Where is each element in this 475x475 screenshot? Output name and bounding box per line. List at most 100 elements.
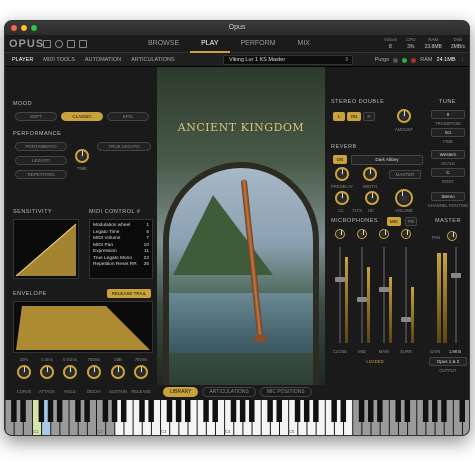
- black-key[interactable]: [340, 400, 347, 422]
- purge-label[interactable]: Purge: [375, 53, 390, 67]
- main-pan-knob[interactable]: [379, 229, 389, 239]
- main-fader[interactable]: [379, 247, 389, 343]
- black-key[interactable]: [148, 400, 154, 422]
- mood-epic-button[interactable]: EPIC: [107, 112, 149, 121]
- mic-button[interactable]: MIC: [387, 217, 401, 226]
- scale-select[interactable]: Western: [431, 150, 465, 159]
- hold-knob[interactable]: [63, 365, 77, 379]
- view-left-icon[interactable]: [67, 40, 75, 48]
- portamento-button[interactable]: PORTAMENTO: [15, 142, 67, 151]
- list-item[interactable]: Modulation wheel 1: [93, 223, 149, 228]
- time-knob[interactable]: [75, 149, 89, 163]
- black-key[interactable]: [358, 400, 365, 422]
- black-key[interactable]: [120, 400, 127, 422]
- black-key[interactable]: [294, 400, 301, 422]
- close-fader[interactable]: [335, 247, 345, 343]
- close-pan-knob[interactable]: [335, 229, 345, 239]
- decay-knob[interactable]: [87, 365, 101, 379]
- black-key[interactable]: [331, 400, 337, 422]
- list-item[interactable]: MIDI Volume 7: [93, 236, 149, 241]
- black-key[interactable]: [203, 400, 209, 422]
- amount-knob[interactable]: [397, 109, 411, 123]
- mid-pan-knob[interactable]: [357, 229, 367, 239]
- black-key[interactable]: [249, 400, 255, 422]
- predelay-knob[interactable]: [335, 167, 349, 181]
- black-key[interactable]: [11, 400, 17, 422]
- tab-mix[interactable]: MIX: [287, 35, 321, 53]
- list-item[interactable]: MIDI Pan 10: [93, 243, 149, 248]
- output-select[interactable]: Opus 1 & 2: [429, 357, 467, 366]
- release-trail-button[interactable]: RELEASE TRAIL: [107, 289, 151, 298]
- tab-perform[interactable]: PERFORM: [230, 35, 287, 53]
- reverb-on-button[interactable]: ON: [333, 155, 347, 164]
- channel-routing-select[interactable]: Stereo: [431, 192, 465, 201]
- mood-soft-button[interactable]: SOFT: [15, 112, 57, 121]
- black-key[interactable]: [459, 400, 466, 422]
- width-knob[interactable]: [363, 167, 377, 181]
- black-key[interactable]: [102, 400, 109, 422]
- legato-button[interactable]: LEGATO: [15, 156, 67, 165]
- lc-knob[interactable]: [335, 191, 349, 205]
- black-key[interactable]: [404, 400, 411, 422]
- black-key[interactable]: [395, 400, 401, 422]
- root-select[interactable]: C: [431, 168, 465, 177]
- black-key[interactable]: [303, 400, 310, 422]
- tune-field[interactable]: 0: [431, 110, 465, 119]
- library-tab[interactable]: LIBRARY: [163, 387, 199, 397]
- tab-browse[interactable]: BROWSE: [137, 35, 190, 53]
- black-key[interactable]: [239, 400, 246, 422]
- black-key[interactable]: [56, 400, 63, 422]
- black-key[interactable]: [75, 400, 81, 422]
- master-pan-knob[interactable]: [447, 231, 457, 241]
- black-key[interactable]: [432, 400, 438, 422]
- preset-selector[interactable]: Viking Lur 1 KS Master ⇕: [223, 55, 353, 65]
- subtab-articulations[interactable]: ARTICULATIONS: [126, 53, 180, 67]
- view-right-icon[interactable]: [79, 40, 87, 48]
- surr-pan-knob[interactable]: [401, 229, 411, 239]
- sustain-knob[interactable]: [111, 365, 125, 379]
- curve-knob[interactable]: [17, 365, 31, 379]
- list-item[interactable]: Repetition Reset RR 36: [93, 262, 149, 267]
- black-key[interactable]: [441, 400, 447, 422]
- subtab-player[interactable]: PLAYER: [7, 53, 38, 67]
- keyboard-keys[interactable]: [5, 399, 470, 436]
- list-item[interactable]: Legato Time 5: [93, 230, 149, 235]
- black-key[interactable]: [47, 400, 54, 422]
- transpose-field[interactable]: 0ct: [431, 128, 465, 137]
- list-item[interactable]: Expression 11: [93, 249, 149, 254]
- more-icon[interactable]: ⋮: [460, 53, 466, 67]
- repetition-button[interactable]: REPETITION: [15, 170, 67, 179]
- black-key[interactable]: [84, 400, 90, 422]
- black-key[interactable]: [377, 400, 383, 422]
- stereo-on-button[interactable]: ON: [347, 112, 361, 121]
- black-key[interactable]: [139, 400, 145, 422]
- gear-icon[interactable]: [55, 40, 63, 48]
- sensitivity-curve[interactable]: [13, 219, 79, 279]
- true-legato-button[interactable]: TRUE LEGATO: [97, 142, 151, 151]
- black-key[interactable]: [368, 400, 374, 422]
- articulations-tab[interactable]: ARTICULATIONS: [202, 387, 256, 397]
- menu-icon[interactable]: [43, 40, 51, 48]
- black-key[interactable]: [267, 400, 273, 422]
- black-key[interactable]: [212, 400, 218, 422]
- mic-positions-tab[interactable]: MIC POSITIONS: [259, 387, 312, 397]
- reverb-preset-select[interactable]: Dark Abbey: [351, 155, 423, 165]
- release-knob[interactable]: [134, 365, 148, 379]
- master-gain-fader[interactable]: [451, 247, 461, 343]
- black-key[interactable]: [230, 400, 237, 422]
- list-item[interactable]: True Legato Mono 22: [93, 256, 149, 261]
- black-key[interactable]: [185, 400, 191, 422]
- subtab-automation[interactable]: AUTOMATION: [80, 53, 126, 67]
- black-key[interactable]: [111, 400, 118, 422]
- black-key[interactable]: [313, 400, 319, 422]
- pb-button[interactable]: PB: [405, 217, 417, 226]
- envelope-graph[interactable]: [13, 301, 153, 353]
- piano-keyboard[interactable]: C1 C2 C3 C4 C5: [5, 399, 470, 436]
- black-key[interactable]: [20, 400, 26, 422]
- black-key[interactable]: [175, 400, 182, 422]
- attack-knob[interactable]: [40, 365, 54, 379]
- tab-play[interactable]: PLAY: [190, 35, 230, 53]
- subtab-midi-tools[interactable]: MIDI TOOLS: [38, 53, 80, 67]
- hc-knob[interactable]: [365, 191, 379, 205]
- surr-fader[interactable]: [401, 247, 411, 343]
